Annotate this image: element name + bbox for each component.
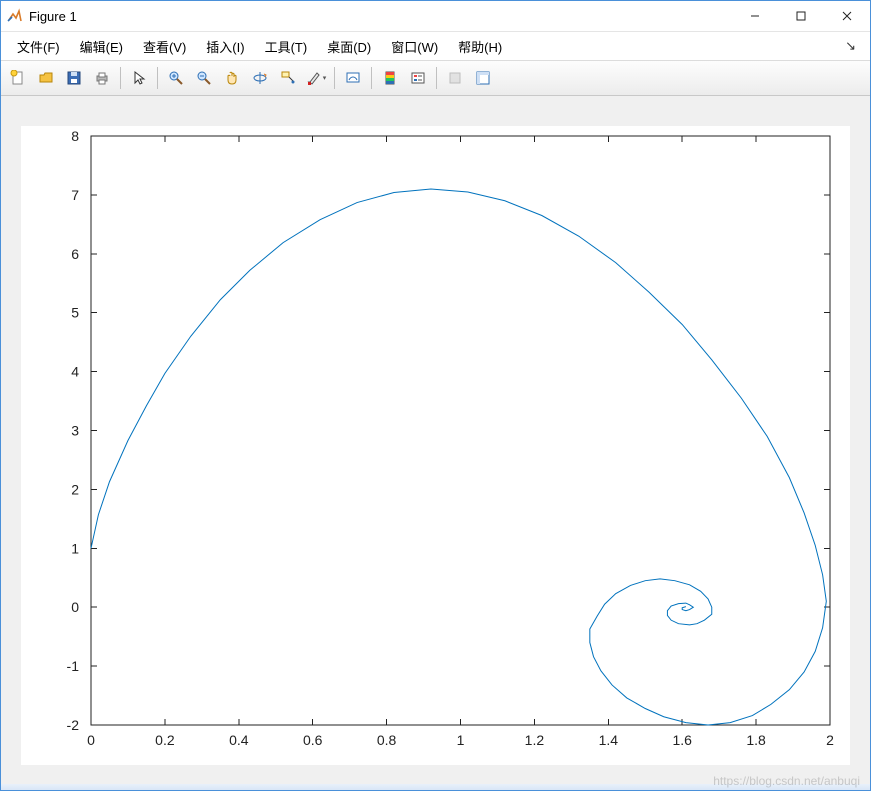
svg-text:1: 1 <box>71 540 79 556</box>
data-cursor-button[interactable] <box>275 65 301 91</box>
toolbar-separator <box>371 67 372 89</box>
bottom-edge <box>1 784 870 790</box>
menubar: 文件(F) 编辑(E) 查看(V) 插入(I) 工具(T) 桌面(D) 窗口(W… <box>1 31 870 60</box>
axes[interactable]: 0 0.2 0.4 0.6 0.8 1 1.2 1.4 1.6 1.8 2 -2 -1 0 1 2 3 4 5 6 7 8 <box>21 126 850 765</box>
new-figure-button[interactable] <box>5 65 31 91</box>
menu-desktop[interactable]: 桌面(D) <box>317 33 381 60</box>
svg-text:0.6: 0.6 <box>303 732 323 748</box>
dock-icon[interactable]: ↘ <box>837 34 864 58</box>
svg-text:-1: -1 <box>67 658 80 674</box>
titlebar[interactable]: Figure 1 <box>1 1 870 31</box>
svg-text:0: 0 <box>87 732 95 748</box>
toolbar-separator <box>334 67 335 89</box>
save-button[interactable] <box>61 65 87 91</box>
svg-text:6: 6 <box>71 246 79 262</box>
svg-text:-2: -2 <box>67 717 80 733</box>
hide-plot-tools-button[interactable] <box>442 65 468 91</box>
colorbar-button[interactable] <box>377 65 403 91</box>
figure-window: Figure 1 文件(F) 编辑(E) 查看(V) 插入(I) 工具(T) 桌… <box>0 0 871 791</box>
link-plot-button[interactable] <box>340 65 366 91</box>
svg-text:8: 8 <box>71 128 79 144</box>
svg-text:1.4: 1.4 <box>599 732 619 748</box>
svg-text:2: 2 <box>71 481 79 497</box>
matlab-icon <box>7 8 23 24</box>
maximize-button[interactable] <box>778 1 824 31</box>
menu-file[interactable]: 文件(F) <box>7 33 70 60</box>
menu-window[interactable]: 窗口(W) <box>381 33 448 60</box>
svg-text:0.8: 0.8 <box>377 732 397 748</box>
legend-button[interactable] <box>405 65 431 91</box>
print-button[interactable] <box>89 65 115 91</box>
open-button[interactable] <box>33 65 59 91</box>
rotate-3d-button[interactable] <box>247 65 273 91</box>
svg-text:1: 1 <box>457 732 465 748</box>
svg-text:1.2: 1.2 <box>525 732 545 748</box>
svg-text:1.8: 1.8 <box>746 732 766 748</box>
pan-button[interactable] <box>219 65 245 91</box>
menu-view[interactable]: 查看(V) <box>133 33 196 60</box>
menu-tools[interactable]: 工具(T) <box>255 33 318 60</box>
axes-background: 0 0.2 0.4 0.6 0.8 1 1.2 1.4 1.6 1.8 2 -2 -1 0 1 2 3 4 5 6 7 8 <box>21 126 850 765</box>
brush-button[interactable]: ▾ <box>303 65 329 91</box>
menu-help[interactable]: 帮助(H) <box>448 33 512 60</box>
svg-text:7: 7 <box>71 187 79 203</box>
svg-text:5: 5 <box>71 305 79 321</box>
toolbar: ▾ <box>1 60 870 96</box>
toolbar-separator <box>436 67 437 89</box>
svg-text:0.4: 0.4 <box>229 732 249 748</box>
svg-text:2: 2 <box>826 732 834 748</box>
window-title: Figure 1 <box>29 9 77 24</box>
zoom-out-button[interactable] <box>191 65 217 91</box>
menu-edit[interactable]: 编辑(E) <box>70 33 133 60</box>
close-button[interactable] <box>824 1 870 31</box>
minimize-button[interactable] <box>732 1 778 31</box>
toolbar-separator <box>157 67 158 89</box>
toolbar-separator <box>120 67 121 89</box>
zoom-in-button[interactable] <box>163 65 189 91</box>
svg-text:0.2: 0.2 <box>155 732 175 748</box>
pointer-button[interactable] <box>126 65 152 91</box>
figure-canvas[interactable]: 0 0.2 0.4 0.6 0.8 1 1.2 1.4 1.6 1.8 2 -2 -1 0 1 2 3 4 5 6 7 8… <box>1 96 870 790</box>
svg-text:4: 4 <box>71 364 79 380</box>
svg-text:0: 0 <box>71 599 79 615</box>
svg-text:3: 3 <box>71 423 79 439</box>
svg-text:1.6: 1.6 <box>672 732 692 748</box>
menu-insert[interactable]: 插入(I) <box>196 33 254 60</box>
show-plot-tools-button[interactable] <box>470 65 496 91</box>
